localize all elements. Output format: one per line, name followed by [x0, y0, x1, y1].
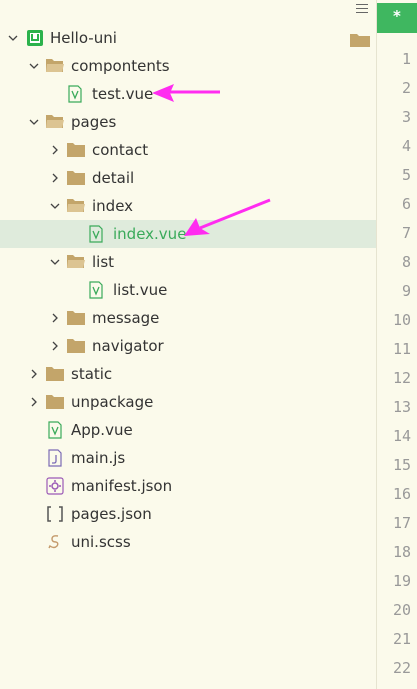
line-number: 5 — [401, 166, 411, 184]
line-number: 22 — [392, 659, 411, 677]
line-number: 16 — [392, 485, 411, 503]
manifest-gear-icon — [46, 477, 64, 495]
folder-open-icon — [67, 254, 85, 272]
tree-item-label: detail — [92, 169, 135, 187]
chevron-right-icon[interactable] — [48, 171, 62, 185]
line-number: 15 — [392, 456, 411, 474]
tree-item-static[interactable]: static — [0, 360, 376, 388]
tree-item-label: contact — [92, 141, 149, 159]
line-number: 13 — [392, 398, 411, 416]
line-number: 3 — [401, 108, 411, 126]
vue-file-icon — [68, 85, 86, 103]
chevron-down-icon[interactable] — [48, 199, 62, 213]
tree-item-app-vue[interactable]: App.vue — [0, 416, 376, 444]
tree-item-label: unpackage — [71, 393, 154, 411]
js-file-icon — [48, 449, 66, 467]
line-number: 2 — [401, 79, 411, 97]
chevron-down-icon[interactable] — [6, 31, 20, 45]
tree-item-detail[interactable]: detail — [0, 164, 376, 192]
menu-icon[interactable] — [356, 4, 368, 14]
modified-tab[interactable]: * — [377, 3, 417, 33]
chevron-right-icon[interactable] — [48, 339, 62, 353]
tree-item-navigator[interactable]: navigator — [0, 332, 376, 360]
line-number: 20 — [392, 601, 411, 619]
tree-item-list-vue[interactable]: list.vue — [0, 276, 376, 304]
folder-icon — [67, 338, 85, 356]
json-brackets-icon — [46, 505, 64, 523]
scss-file-icon — [46, 533, 64, 551]
tree-item-label: App.vue — [71, 421, 133, 439]
line-number: 21 — [392, 630, 411, 648]
tree-item-label: uni.scss — [71, 533, 131, 551]
vue-file-icon — [89, 225, 107, 243]
line-number: 6 — [401, 195, 411, 213]
chevron-right-icon[interactable] — [48, 311, 62, 325]
line-number: 18 — [392, 543, 411, 561]
tree-root-hello-uni[interactable]: Hello-uni — [0, 24, 376, 52]
tree-item-message[interactable]: message — [0, 304, 376, 332]
folder-open-icon — [67, 198, 85, 216]
line-number: 8 — [401, 253, 411, 271]
editor-gutter: * 1 2 3 4 5 6 7 8 9 10 11 12 13 14 15 16… — [376, 0, 417, 689]
tree-item-label: manifest.json — [71, 477, 173, 495]
folder-icon — [67, 142, 85, 160]
tree-item-label: index — [92, 197, 134, 215]
tree-item-compontents[interactable]: compontents — [0, 52, 376, 80]
line-number: 19 — [392, 572, 411, 590]
vue-file-icon — [48, 421, 66, 439]
tree-item-unpackage[interactable]: unpackage — [0, 388, 376, 416]
line-number: 9 — [401, 282, 411, 300]
folder-open-icon — [46, 114, 64, 132]
vue-file-icon — [89, 281, 107, 299]
tree-item-manifest-json[interactable]: manifest.json — [0, 472, 376, 500]
tree-item-main-js[interactable]: main.js — [0, 444, 376, 472]
tree-item-label: message — [92, 309, 160, 327]
tree-item-label: navigator — [92, 337, 164, 355]
project-explorer: Hello-uni compontents test.vue pages con… — [0, 0, 376, 689]
tree-item-label: compontents — [71, 57, 170, 75]
line-number: 1 — [401, 50, 411, 68]
line-number: 10 — [392, 311, 411, 329]
tree-item-label: main.js — [71, 449, 126, 467]
chevron-down-icon[interactable] — [48, 255, 62, 269]
tree-item-contact[interactable]: contact — [0, 136, 376, 164]
tree-root-label: Hello-uni — [50, 29, 117, 47]
chevron-right-icon[interactable] — [27, 395, 41, 409]
tree-item-label: pages — [71, 113, 117, 131]
tree-item-list-folder[interactable]: list — [0, 248, 376, 276]
chevron-down-icon[interactable] — [27, 59, 41, 73]
folder-icon — [350, 32, 370, 47]
folder-icon — [67, 310, 85, 328]
line-number: 7 — [401, 224, 411, 242]
tree-item-label: pages.json — [71, 505, 152, 523]
tree-item-pages[interactable]: pages — [0, 108, 376, 136]
line-number: 17 — [392, 514, 411, 532]
line-number: 14 — [392, 427, 411, 445]
folder-open-icon — [46, 58, 64, 76]
chevron-right-icon[interactable] — [48, 143, 62, 157]
chevron-down-icon[interactable] — [27, 115, 41, 129]
line-number: 12 — [392, 369, 411, 387]
tree-item-pages-json[interactable]: pages.json — [0, 500, 376, 528]
folder-icon — [46, 394, 64, 412]
tree-item-label: index.vue — [113, 225, 187, 243]
tree-item-label: list — [92, 253, 115, 271]
line-number: 4 — [401, 137, 411, 155]
annotation-arrow — [184, 198, 271, 236]
folder-icon — [46, 366, 64, 384]
annotation-arrow — [152, 84, 220, 102]
chevron-right-icon[interactable] — [27, 367, 41, 381]
tree-item-label: list.vue — [113, 281, 168, 299]
tree-item-uni-scss[interactable]: uni.scss — [0, 528, 376, 556]
tree-item-label: static — [71, 365, 113, 383]
uni-project-icon — [26, 29, 44, 47]
folder-icon — [67, 170, 85, 188]
tree-item-label: test.vue — [92, 85, 154, 103]
line-number: 11 — [392, 340, 411, 358]
